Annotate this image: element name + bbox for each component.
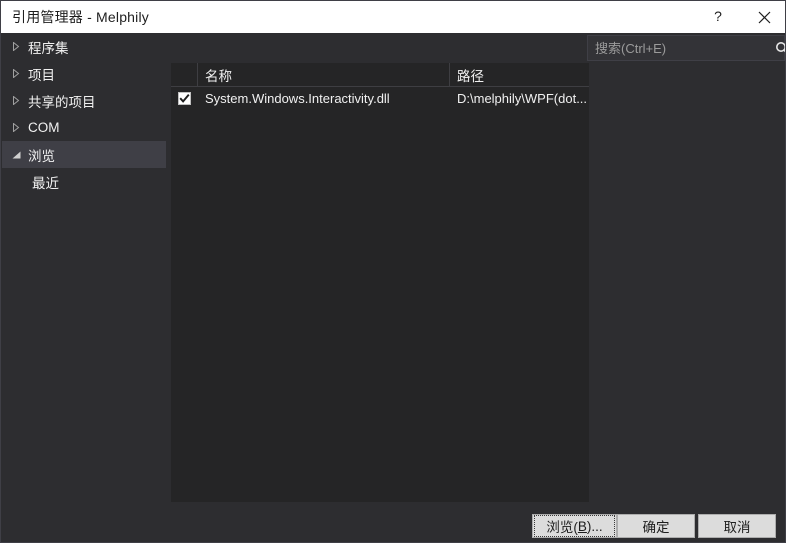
- reference-list-panel: 名称 路径 System.Windows.Interactivity.dll D…: [171, 63, 589, 502]
- question-mark-icon: ?: [714, 9, 722, 24]
- row-checkbox[interactable]: [178, 91, 191, 105]
- column-header-name[interactable]: 名称: [198, 63, 450, 86]
- chevron-right-icon[interactable]: [2, 69, 28, 78]
- sidebar-item-browse[interactable]: 浏览: [2, 141, 166, 168]
- close-icon: [758, 11, 770, 23]
- cancel-button-label: 取消: [723, 520, 751, 535]
- search-icon[interactable]: [775, 41, 785, 56]
- sidebar-item-label: 项目: [28, 67, 55, 83]
- cancel-button[interactable]: 取消: [698, 514, 776, 538]
- sidebar-item-label: 最近: [32, 175, 59, 191]
- category-tree: 程序集 项目 共享的项目 COM 浏览 最近: [2, 33, 166, 502]
- browse-button[interactable]: 浏览(B)...: [532, 514, 617, 538]
- browse-button-accesskey: B: [577, 518, 587, 534]
- window-title: 引用管理器 - Melphily: [12, 9, 149, 25]
- column-header-checkbox[interactable]: [171, 63, 198, 86]
- reference-manager-dialog: 引用管理器 - Melphily ? 程序集 项目 共享的项目 COM 浏览 最…: [0, 0, 786, 543]
- sidebar-item-com[interactable]: COM: [2, 114, 166, 141]
- search-box[interactable]: [587, 35, 785, 61]
- row-checkbox-cell[interactable]: [171, 87, 198, 109]
- sidebar-item-label: 浏览: [28, 148, 55, 164]
- search-input[interactable]: [588, 36, 775, 60]
- svg-text:?: ?: [714, 9, 722, 24]
- help-button[interactable]: ?: [695, 1, 741, 33]
- column-header-path[interactable]: 路径: [450, 63, 589, 86]
- row-name-cell: System.Windows.Interactivity.dll: [205, 90, 390, 106]
- sidebar-item-projects[interactable]: 项目: [2, 60, 166, 87]
- browse-button-label-pre: 浏览(: [546, 520, 578, 535]
- chevron-right-icon[interactable]: [2, 96, 28, 105]
- row-path-cell: D:\melphily\WPF(dot...: [457, 90, 588, 106]
- sidebar-item-recent[interactable]: 最近: [2, 168, 166, 195]
- chevron-right-icon[interactable]: [2, 123, 28, 132]
- chevron-down-icon[interactable]: [2, 150, 28, 159]
- dialog-footer: 浏览(B)... 确定 取消: [1, 502, 785, 542]
- check-icon: [179, 93, 190, 103]
- sidebar-item-label: 共享的项目: [28, 94, 96, 110]
- sidebar-item-label: 程序集: [28, 40, 69, 56]
- close-button[interactable]: [741, 1, 785, 33]
- focus-ring: 浏览(B)...: [534, 515, 615, 537]
- title-bar[interactable]: 引用管理器 - Melphily ?: [1, 1, 785, 33]
- ok-button[interactable]: 确定: [617, 514, 695, 538]
- sidebar-item-label: COM: [28, 120, 60, 135]
- sidebar-item-assemblies[interactable]: 程序集: [2, 33, 166, 60]
- table-row[interactable]: System.Windows.Interactivity.dll D:\melp…: [171, 87, 589, 109]
- ok-button-label: 确定: [642, 520, 670, 535]
- browse-button-label-post: )...: [586, 518, 603, 534]
- list-header-row: 名称 路径: [171, 63, 589, 87]
- chevron-right-icon[interactable]: [2, 42, 28, 51]
- sidebar-item-shared-projects[interactable]: 共享的项目: [2, 87, 166, 114]
